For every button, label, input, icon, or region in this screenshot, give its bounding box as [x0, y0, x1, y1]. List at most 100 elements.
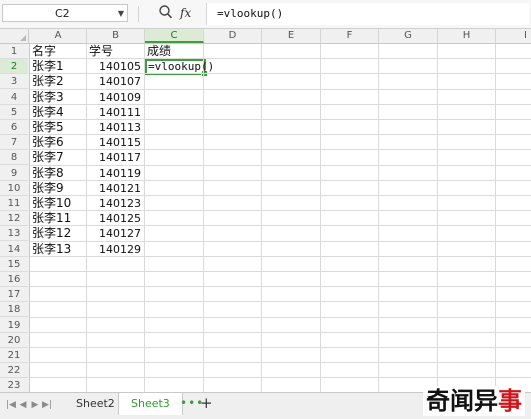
- active-cell-c2[interactable]: =vlookup(): [147, 59, 214, 74]
- select-all-corner[interactable]: [0, 29, 29, 43]
- name-box[interactable]: C2 ▼: [2, 4, 128, 22]
- row-header-12[interactable]: 12: [0, 211, 28, 227]
- column-header-e[interactable]: E: [262, 29, 321, 43]
- add-sheet-button[interactable]: +: [200, 394, 213, 412]
- grid-row-line: [30, 347, 531, 348]
- cell-name[interactable]: 张李5: [32, 120, 85, 135]
- name-box-value: C2: [55, 7, 70, 20]
- cell-name[interactable]: 张李7: [32, 150, 85, 165]
- cell-id[interactable]: 140109: [89, 90, 143, 105]
- grid-row-line: [30, 301, 531, 303]
- grid-column-line: [144, 44, 145, 392]
- row-header-20[interactable]: 20: [0, 333, 28, 348]
- cell-id[interactable]: 140119: [89, 166, 143, 181]
- grid-row-line: [30, 362, 531, 364]
- cell-name[interactable]: 张李12: [32, 226, 85, 241]
- header-cell-id[interactable]: 学号: [89, 44, 143, 59]
- cell-area[interactable]: 名字 学号 成绩张李1 140105 张李2 140107 张李3 140109 张李4 1401…: [30, 44, 531, 392]
- spreadsheet-grid: ABCDEFGHI 1 2 3 4 5 6 7 8 9 10 11 12 13 14 15 16 17 18 19 2…: [0, 29, 531, 392]
- row-header-8[interactable]: 8: [0, 150, 28, 166]
- grid-column-line: [320, 44, 321, 392]
- cell-name[interactable]: 张李2: [32, 74, 85, 89]
- column-header-i[interactable]: I: [496, 29, 531, 43]
- cell-id[interactable]: 140107: [89, 74, 143, 89]
- column-header-f[interactable]: F: [321, 29, 379, 43]
- formula-bar: C2 ▼ fx =vlookup(): [0, 0, 531, 29]
- column-header-b[interactable]: B: [87, 29, 145, 43]
- cell-id[interactable]: 140127: [89, 226, 143, 241]
- row-header-22[interactable]: 22: [0, 363, 28, 379]
- cell-name[interactable]: 张李11: [32, 211, 85, 226]
- grid-column-line: [261, 44, 262, 392]
- grid-row-line: [30, 377, 531, 379]
- column-header-g[interactable]: G: [379, 29, 438, 43]
- row-header-15[interactable]: 15: [0, 257, 28, 272]
- watermark-text: 奇闻异: [426, 387, 498, 415]
- row-header-6[interactable]: 6: [0, 120, 28, 135]
- grid-row-line: [30, 316, 531, 318]
- row-header-1[interactable]: 1: [0, 44, 28, 59]
- row-header-19[interactable]: 19: [0, 318, 28, 333]
- previous-sheet-icon[interactable]: ◀: [18, 399, 28, 411]
- grid-column-line: [437, 44, 438, 392]
- header-cell-score[interactable]: 成绩: [147, 44, 202, 59]
- column-header-row: ABCDEFGHI: [0, 29, 531, 44]
- row-header-7[interactable]: 7: [0, 135, 28, 151]
- cell-name[interactable]: 张李1: [32, 59, 85, 74]
- grid-column-line: [378, 44, 379, 392]
- grid-column-line: [495, 44, 496, 392]
- row-header-14[interactable]: 14: [0, 242, 28, 257]
- row-header-21[interactable]: 21: [0, 348, 28, 363]
- row-header-18[interactable]: 18: [0, 302, 28, 318]
- grid-column-line: [86, 44, 87, 392]
- grid-row-line: [30, 271, 531, 272]
- cell-id[interactable]: 140125: [89, 211, 143, 226]
- cell-id[interactable]: 140115: [89, 135, 143, 150]
- cell-id[interactable]: 140123: [89, 196, 143, 211]
- grid-row-line: [30, 286, 531, 288]
- cell-id[interactable]: 140117: [89, 150, 143, 165]
- column-header-c[interactable]: C: [145, 29, 204, 43]
- first-sheet-icon[interactable]: |◀: [6, 399, 16, 411]
- column-header-h[interactable]: H: [438, 29, 496, 43]
- row-header-13[interactable]: 13: [0, 226, 28, 242]
- column-header-d[interactable]: D: [204, 29, 262, 43]
- row-header-10[interactable]: 10: [0, 181, 28, 196]
- header-cell-name[interactable]: 名字: [32, 44, 85, 59]
- cell-id[interactable]: 140113: [89, 120, 143, 135]
- cell-name[interactable]: 张李6: [32, 135, 85, 150]
- row-header-9[interactable]: 9: [0, 166, 28, 181]
- cell-name[interactable]: 张李8: [32, 166, 85, 181]
- row-header-2[interactable]: 2: [0, 59, 28, 75]
- cell-name[interactable]: 张李9: [32, 181, 85, 196]
- row-header-16[interactable]: 16: [0, 272, 28, 287]
- cell-id[interactable]: 140121: [89, 181, 143, 196]
- last-sheet-icon[interactable]: ▶|: [42, 399, 52, 411]
- insert-function-button[interactable]: fx: [180, 4, 196, 22]
- cell-name[interactable]: 张李4: [32, 105, 85, 120]
- watermark-accent: 事: [498, 387, 522, 415]
- watermark-logo: 奇闻异事: [423, 386, 525, 416]
- row-header-23[interactable]: 23: [0, 378, 28, 392]
- next-sheet-icon[interactable]: ▶: [30, 399, 40, 411]
- cell-id[interactable]: 140129: [89, 242, 143, 257]
- cell-name[interactable]: 张李10: [32, 196, 85, 211]
- grid-column-line: [203, 44, 204, 392]
- row-header-17[interactable]: 17: [0, 287, 28, 303]
- chevron-down-icon[interactable]: ▼: [118, 5, 124, 23]
- cell-name[interactable]: 张李3: [32, 90, 85, 105]
- row-header-3[interactable]: 3: [0, 74, 28, 90]
- grid-row-line: [30, 331, 531, 333]
- column-header-a[interactable]: A: [30, 29, 87, 43]
- row-header-5[interactable]: 5: [0, 105, 28, 120]
- formula-bar-separator: [138, 6, 139, 22]
- row-header-4[interactable]: 4: [0, 90, 28, 105]
- cell-name[interactable]: 张李13: [32, 242, 85, 257]
- row-header-11[interactable]: 11: [0, 196, 28, 211]
- cell-id[interactable]: 140105: [89, 59, 143, 74]
- formula-input[interactable]: =vlookup(): [206, 3, 529, 25]
- row-header-column: 1 2 3 4 5 6 7 8 9 10 11 12 13 14 15 16 17 18 19 20 21 22 23: [0, 44, 30, 392]
- cell-id[interactable]: 140111: [89, 105, 143, 120]
- tab-sheet3[interactable]: Sheet3: [118, 393, 183, 415]
- search-icon[interactable]: [158, 3, 174, 21]
